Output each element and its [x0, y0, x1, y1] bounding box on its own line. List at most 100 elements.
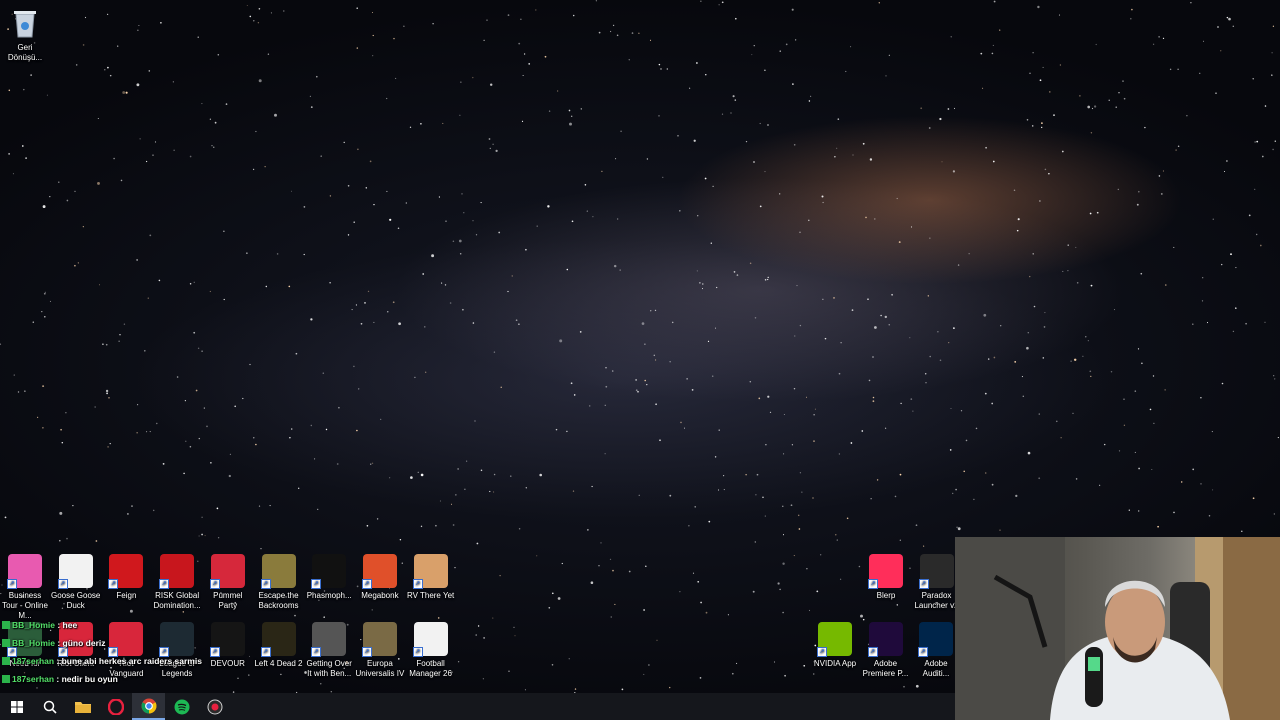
europa-universalis-icon: ↗: [361, 622, 397, 657]
chat-message: BB_Homie : hee: [2, 618, 172, 636]
goose-goose-duck-icon: ↗: [57, 554, 93, 589]
left-4-dead-2-icon: ↗: [260, 622, 296, 657]
desktop-shortcut[interactable]: ↗ Europa Universalis IV: [355, 622, 405, 679]
desktop-shortcut-label: Feign: [116, 591, 137, 600]
desktop-shortcut[interactable]: ↗ Goose Goose Duck: [51, 554, 101, 611]
shortcut-arrow-icon: ↗: [108, 579, 119, 589]
shortcut-arrow-icon: ↗: [867, 647, 878, 657]
chat-badge-icon: [2, 657, 10, 665]
desktop-shortcut-label: Business Tour - Online M...: [2, 591, 48, 620]
windows-icon: [10, 700, 23, 713]
shortcut-arrow-icon: ↗: [260, 579, 271, 589]
chat-badge-icon: [2, 675, 10, 683]
desktop-shortcut[interactable]: ↗ Feign: [101, 554, 151, 601]
desktop-shortcut[interactable]: ↗ Pummel Party: [203, 554, 253, 611]
premiere-pro-icon: ↗: [867, 622, 903, 657]
shortcut-arrow-icon: ↗: [159, 579, 170, 589]
nvidia-icon: ↗: [817, 622, 852, 657]
desktop-shortcut-label: NVIDIA App: [813, 659, 857, 668]
spotify-icon: [174, 699, 189, 714]
streamer-camera-feed: [955, 537, 1280, 720]
desktop-shortcut[interactable]: ↗ Adobe Auditi...: [911, 622, 961, 679]
obs-button[interactable]: [198, 693, 231, 720]
feign-icon: ↗: [108, 554, 144, 589]
start-button[interactable]: [0, 693, 33, 720]
desktop-shortcut-label: Megabonk: [361, 591, 399, 600]
spotify-button[interactable]: [165, 693, 198, 720]
desktop-shortcut[interactable]: ↗ DEVOUR: [203, 622, 253, 669]
desktop-shortcut[interactable]: ↗ Adobe Premiere P...: [861, 622, 911, 679]
shortcut-arrow-icon: ↗: [918, 579, 929, 589]
chat-badge-icon: [2, 621, 10, 629]
shortcut-arrow-icon: ↗: [260, 647, 271, 657]
chat-message: 187serhan : nedir bu oyun: [2, 672, 172, 690]
audition-icon: ↗: [918, 622, 953, 657]
football-manager-icon: ↗: [412, 622, 448, 657]
shortcut-arrow-icon: ↗: [311, 579, 322, 589]
shortcut-arrow-icon: ↗: [311, 647, 322, 657]
recycle-bin-shortcut[interactable]: Geri Dönüşü...: [0, 6, 50, 63]
desktop-shortcut[interactable]: ↗ Phasmoph...: [304, 554, 354, 601]
desktop-shortcut-label: RV There Yet: [406, 591, 455, 600]
taskbar: [0, 693, 955, 720]
shortcut-arrow-icon: ↗: [57, 579, 68, 589]
opera-gx-button[interactable]: [99, 693, 132, 720]
megabonk-icon: ↗: [361, 554, 397, 589]
rv-there-yet-icon: ↗: [412, 554, 448, 589]
folder-icon: [74, 702, 91, 713]
desktop-shortcut-label: Paradox Launcher v2: [914, 591, 959, 610]
pummel-party-icon: ↗: [209, 554, 245, 589]
shortcut-arrow-icon: ↗: [412, 647, 423, 657]
desktop-shortcut-label: Pummel Party: [213, 591, 243, 610]
desktop-shortcut[interactable]: ↗ Paradox Launcher v2: [912, 554, 962, 611]
stream-chat-overlay: BB_Homie : hee BB_Homie : güno deriz 187…: [2, 618, 202, 690]
shortcut-arrow-icon: ↗: [209, 647, 220, 657]
desktop-shortcut[interactable]: ↗ RV There Yet: [406, 554, 456, 601]
desktop-shortcut[interactable]: ↗ Getting Over It with Ben...: [304, 622, 354, 679]
business-tour-icon: ↗: [7, 554, 42, 589]
shortcut-arrow-icon: ↗: [817, 647, 827, 657]
paradox-launcher-icon: ↗: [918, 554, 954, 589]
desktop-shortcut[interactable]: ↗ Left 4 Dead 2: [254, 622, 304, 669]
desktop-shortcut[interactable]: ↗ RISK Global Domination...: [152, 554, 202, 611]
desktop-shortcut-label: Adobe Premiere P...: [862, 659, 909, 678]
recycle-bin-label: Geri Dönüşü...: [7, 43, 43, 62]
shortcut-arrow-icon: ↗: [868, 579, 878, 589]
getting-over-it-icon: ↗: [311, 622, 347, 657]
shortcut-arrow-icon: ↗: [918, 647, 928, 657]
desktop-shortcut-label: Football Manager 26: [409, 659, 452, 678]
search-icon: [43, 700, 57, 714]
desktop-shortcut-label: Europa Universalis IV: [355, 659, 405, 678]
blerp-icon: ↗: [868, 554, 903, 589]
desktop-shortcut-label: Phasmoph...: [306, 591, 352, 600]
shortcut-arrow-icon: ↗: [412, 579, 423, 589]
desktop-shortcut[interactable]: ↗ Blerp: [861, 554, 911, 601]
desktop-shortcut-label: Blerp: [876, 591, 896, 600]
desktop-shortcut-label: Left 4 Dead 2: [254, 659, 303, 668]
search-button[interactable]: [33, 693, 66, 720]
desktop-shortcut-label: DEVOUR: [210, 659, 245, 668]
desktop-shortcut[interactable]: ↗ Football Manager 26: [406, 622, 456, 679]
escape-the-backrooms-icon: ↗: [260, 554, 296, 589]
desktop-shortcut-label: Getting Over It with Ben...: [306, 659, 352, 678]
webcam-overlay: [955, 537, 1280, 720]
desktop-shortcut-label: Adobe Auditi...: [922, 659, 950, 678]
desktop-shortcut-label: Goose Goose Duck: [51, 591, 101, 610]
chrome-icon: [141, 698, 156, 713]
desktop-shortcut[interactable]: ↗ NVIDIA App: [810, 622, 860, 669]
opera-icon: [107, 698, 124, 715]
recycle-bin-icon: [8, 6, 42, 40]
chrome-button[interactable]: [132, 693, 165, 720]
shortcut-arrow-icon: ↗: [209, 579, 220, 589]
desktop-shortcut[interactable]: ↗ Escape the Backrooms: [254, 554, 304, 611]
desktop-shortcut[interactable]: ↗ Megabonk: [355, 554, 405, 601]
risk-icon: ↗: [159, 554, 195, 589]
chat-message: BB_Homie : güno deriz: [2, 636, 172, 654]
phasmophobia-icon: ↗: [311, 554, 347, 589]
record-icon: [207, 699, 222, 714]
shortcut-arrow-icon: ↗: [361, 579, 372, 589]
chat-badge-icon: [2, 639, 10, 647]
file-explorer-button[interactable]: [66, 693, 99, 720]
desktop-shortcut[interactable]: ↗ Business Tour - Online M...: [0, 554, 50, 621]
shortcut-arrow-icon: ↗: [7, 579, 17, 589]
